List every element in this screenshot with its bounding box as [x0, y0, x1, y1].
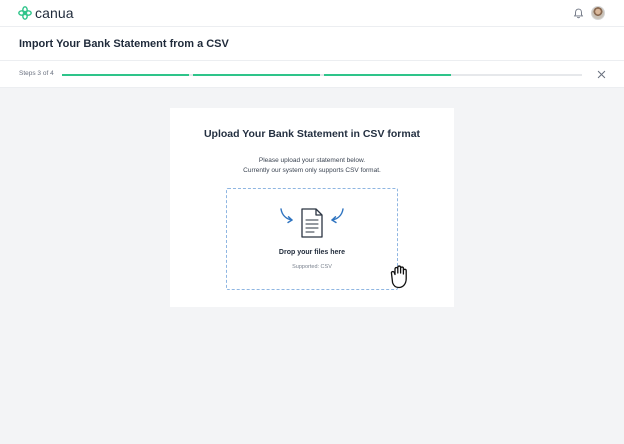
close-icon[interactable] [597, 70, 606, 79]
grab-hand-icon [390, 265, 407, 289]
page-header: Import Your Bank Statement from a CSV [0, 27, 624, 61]
document-icon [280, 208, 344, 238]
upload-description-line-1: Please upload your statement below. [258, 157, 366, 164]
brand-name: canua [35, 5, 74, 21]
file-dropzone[interactable]: Drop your files here Supported: CSV [226, 188, 398, 290]
dropzone-supported-formats: Supported: CSV [292, 264, 332, 270]
upload-description: Please upload your statement below. Curr… [170, 156, 454, 176]
steps-label: Steps 3 of 4 [19, 70, 54, 77]
dropzone-title: Drop your files here [278, 249, 346, 256]
upload-description-line-2: Currently our system only supports CSV f… [243, 167, 381, 174]
steps-progress-bar: Steps 3 of 4 [0, 61, 624, 88]
brand-logo[interactable]: canua [18, 5, 74, 21]
top-navigation-bar: canua [0, 0, 624, 27]
logo-icon [18, 6, 32, 20]
progress-step-3 [324, 74, 451, 76]
user-avatar[interactable] [591, 6, 605, 20]
page-title: Import Your Bank Statement from a CSV [19, 38, 229, 50]
bell-icon[interactable] [573, 8, 584, 19]
progress-step-2 [193, 74, 320, 76]
progress-step-1 [62, 74, 189, 76]
upload-title: Upload Your Bank Statement in CSV format [203, 128, 421, 140]
